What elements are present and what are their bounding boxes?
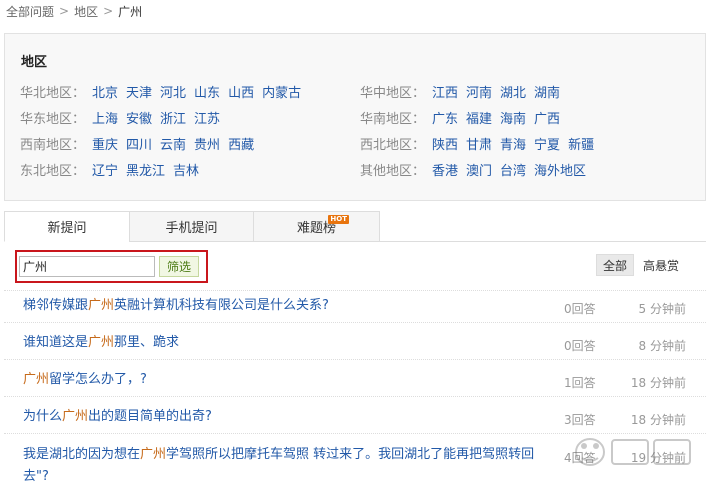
hot-badge: HOT [328,215,349,224]
region-link-xinjiang[interactable]: 新疆 [568,134,594,153]
region-link-sichuan[interactable]: 四川 [126,134,152,153]
region-link-gansu[interactable]: 甘肃 [466,134,492,153]
region-panel: 地区 华北地区： 北京 天津 河北 山东 山西 内蒙古 华东地区： 上海 安徽 … [4,33,706,201]
region-link-fujian[interactable]: 福建 [466,108,492,127]
keyword-highlight: 广州 [88,298,115,313]
region-link-guizhou[interactable]: 贵州 [194,134,220,153]
breadcrumb-region[interactable]: 地区 [74,3,98,20]
region-link-shanghai[interactable]: 上海 [92,108,118,127]
question-title-link[interactable]: 广州留学怎么办了，? [23,369,147,391]
answer-count: 0回答 [564,339,596,353]
answer-count: 1回答 [564,376,596,390]
breadcrumb-all-questions[interactable]: 全部问题 [6,3,54,20]
sort-high-reward-button[interactable]: 高悬赏 [643,254,679,276]
region-row-northwest: 西北地区： 陕西 甘肃 青海 宁夏 新疆 [360,130,602,156]
region-link-jiangsu[interactable]: 江苏 [194,108,220,127]
breadcrumb: 全部问题 > 地区 > 广州 [6,3,142,19]
region-label: 华中地区： [360,85,426,101]
region-link-shanxi[interactable]: 山西 [228,82,254,101]
keyword-highlight: 广州 [88,335,115,350]
sort-all-button[interactable]: 全部 [596,254,634,276]
region-label: 华东地区： [20,111,86,127]
keyword-highlight: 广州 [23,372,50,387]
region-link-hunan[interactable]: 湖南 [534,82,560,101]
question-title-link[interactable]: 谁知道这是广州那里、跪求 [23,332,179,354]
question-title-link[interactable]: 我是湖北的因为想在广州学驾照所以把摩托车驾照 转过来了。我回湖北了能再把驾照转回… [23,444,553,488]
question-title-link[interactable]: 为什么广州出的题目简单的出奇? [23,406,212,428]
region-link-taiwan[interactable]: 台湾 [500,160,526,179]
region-panel-title: 地区 [21,55,48,70]
tab-hard-questions[interactable]: 难题榜 HOT [253,211,380,242]
region-link-heilongjiang[interactable]: 黑龙江 [126,160,165,179]
answer-count: 0回答 [564,302,596,316]
region-link-guangdong[interactable]: 广东 [432,108,458,127]
region-row-central: 华中地区： 江西 河南 湖北 湖南 [360,78,602,104]
filter-button[interactable]: 筛选 [159,256,199,277]
tab-new-questions-label: 新提问 [47,221,87,236]
tab-mobile-questions-label: 手机提问 [165,221,218,236]
question-tabs: 新提问 手机提问 难题榜 HOT [4,211,706,242]
region-link-chongqing[interactable]: 重庆 [92,134,118,153]
region-link-hubei[interactable]: 湖北 [500,82,526,101]
region-label: 华北地区： [20,85,86,101]
breadcrumb-current: 广州 [118,4,143,19]
region-column-right: 华中地区： 江西 河南 湖北 湖南 华南地区： 广东 福建 海南 广西 西北地区… [360,78,602,182]
question-time: 18 分钟前 [630,413,686,427]
region-row-southwest: 西南地区： 重庆 四川 云南 贵州 西藏 [20,130,309,156]
region-link-overseas[interactable]: 海外地区 [534,160,586,179]
region-link-henan[interactable]: 河南 [466,82,492,101]
question-time: 5 分钟前 [638,302,686,316]
region-link-ningxia[interactable]: 宁夏 [534,134,560,153]
region-row-north: 华北地区： 北京 天津 河北 山东 山西 内蒙古 [20,78,309,104]
region-label: 华南地区： [360,111,426,127]
question-row: 广州留学怎么办了，? 1回答 18 分钟前 [4,363,706,397]
region-link-yunnan[interactable]: 云南 [160,134,186,153]
question-time: 18 分钟前 [630,376,686,390]
breadcrumb-separator: > [103,4,114,18]
region-link-liaoning[interactable]: 辽宁 [92,160,118,179]
question-time: 8 分钟前 [638,339,686,353]
region-link-anhui[interactable]: 安徽 [126,108,152,127]
region-link-hainan[interactable]: 海南 [500,108,526,127]
answer-count: 3回答 [564,413,596,427]
region-link-jiangxi[interactable]: 江西 [432,82,458,101]
region-row-northeast: 东北地区： 辽宁 黑龙江 吉林 [20,156,309,182]
region-label: 西北地区： [360,137,426,153]
region-label: 西南地区： [20,137,86,153]
region-link-qinghai[interactable]: 青海 [500,134,526,153]
keyword-highlight: 广州 [140,447,167,462]
baidu-jingyan-watermark-icon [575,438,691,466]
region-link-guangxi[interactable]: 广西 [534,108,560,127]
region-link-shandong[interactable]: 山东 [194,82,220,101]
region-link-jilin[interactable]: 吉林 [173,160,199,179]
region-label: 东北地区： [20,163,86,179]
region-row-other: 其他地区： 香港 澳门 台湾 海外地区 [360,156,602,182]
question-row: 梯邻传媒跟广州英融计算机科技有限公司是什么关系? 0回答 5 分钟前 [4,290,706,323]
question-title-link[interactable]: 梯邻传媒跟广州英融计算机科技有限公司是什么关系? [23,295,329,317]
region-link-zhejiang[interactable]: 浙江 [160,108,186,127]
region-link-macau[interactable]: 澳门 [466,160,492,179]
region-row-south: 华南地区： 广东 福建 海南 广西 [360,104,602,130]
region-link-tianjin[interactable]: 天津 [126,82,152,101]
region-link-shaanxi[interactable]: 陕西 [432,134,458,153]
tab-mobile-questions[interactable]: 手机提问 [129,211,254,242]
region-link-beijing[interactable]: 北京 [92,82,118,101]
region-link-hebei[interactable]: 河北 [160,82,186,101]
region-column-left: 华北地区： 北京 天津 河北 山东 山西 内蒙古 华东地区： 上海 安徽 浙江 … [20,78,309,182]
region-filter-input[interactable] [19,256,155,277]
region-label: 其他地区： [360,163,426,179]
breadcrumb-separator: > [59,4,70,18]
region-link-neimenggu[interactable]: 内蒙古 [262,82,301,101]
region-link-hongkong[interactable]: 香港 [432,160,458,179]
question-row: 谁知道这是广州那里、跪求 0回答 8 分钟前 [4,327,706,360]
region-link-xizang[interactable]: 西藏 [228,134,254,153]
keyword-highlight: 广州 [62,409,89,424]
tab-new-questions[interactable]: 新提问 [4,211,130,242]
region-row-east: 华东地区： 上海 安徽 浙江 江苏 [20,104,309,130]
